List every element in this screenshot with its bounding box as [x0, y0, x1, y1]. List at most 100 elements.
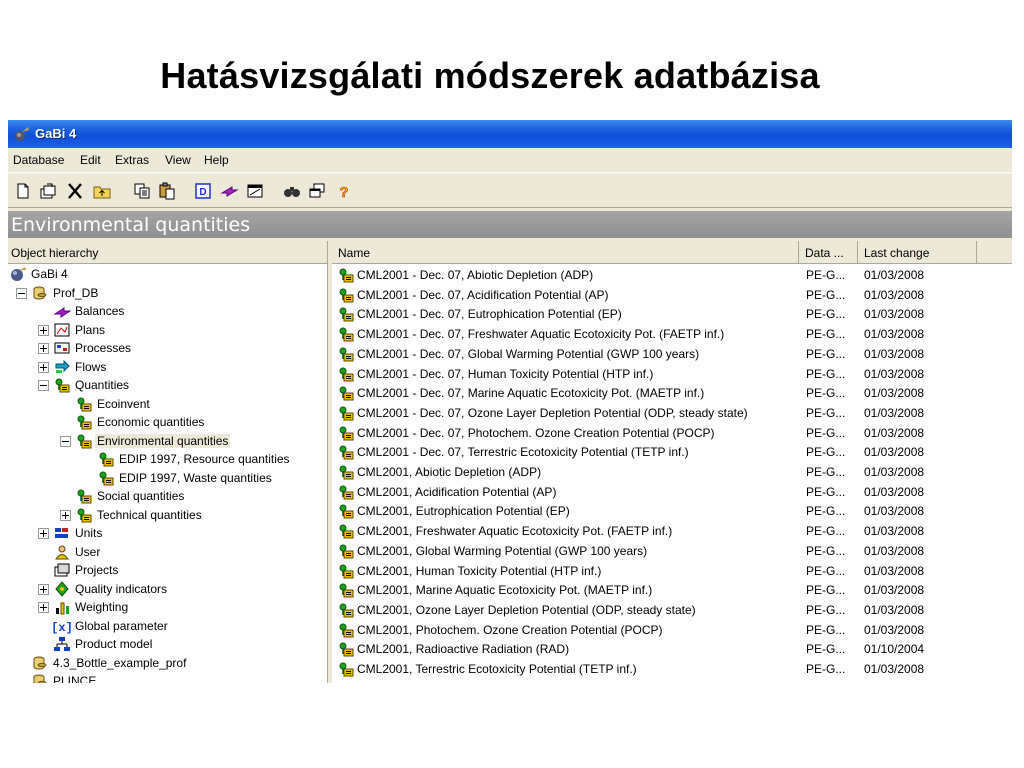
tree-item[interactable]: Environmental quantities	[8, 432, 327, 450]
list-row[interactable]: CML2001, Global Warming Potential (GWP 1…	[332, 541, 1012, 561]
list-row[interactable]: CML2001 - Dec. 07, Ozone Layer Depletion…	[332, 403, 1012, 423]
list-row[interactable]: CML2001 - Dec. 07, Global Warming Potent…	[332, 344, 1012, 364]
column-header-last-change[interactable]: Last change	[858, 241, 977, 263]
row-name: CML2001, Global Warming Potential (GWP 1…	[357, 543, 648, 558]
list-row[interactable]: CML2001, Photochem. Ozone Creation Poten…	[332, 620, 1012, 640]
row-data-source: PE-G...	[806, 622, 846, 637]
menu-edit[interactable]: Edit	[80, 153, 101, 167]
row-name: CML2001 - Dec. 07, Marine Aquatic Ecotox…	[357, 386, 705, 401]
row-last-change: 01/03/2008	[864, 662, 925, 676]
list-row[interactable]: CML2001 - Dec. 07, Marine Aquatic Ecotox…	[332, 383, 1012, 403]
quantity-icon	[337, 326, 354, 342]
tree-item[interactable]: EDIP 1997, Waste quantities	[8, 469, 327, 487]
delete-icon[interactable]	[65, 181, 85, 201]
quantity-icon	[337, 563, 354, 579]
tree-item[interactable]: Units	[8, 524, 327, 542]
list-row[interactable]: CML2001, Acidification Potential (AP) PE-…	[332, 482, 1012, 502]
quantity-icon	[75, 396, 93, 412]
paste-icon[interactable]	[157, 181, 177, 201]
gabi-window: GaBi 4 Database Edit Extras View Help D …	[8, 120, 1012, 683]
collapse-icon[interactable]	[38, 380, 49, 391]
tree-item[interactable]: Balances	[8, 302, 327, 320]
quantity-icon	[337, 661, 354, 677]
copy-icon[interactable]	[132, 181, 152, 201]
database-icon[interactable]: D	[193, 181, 213, 201]
collapse-icon[interactable]	[16, 287, 27, 299]
list-row[interactable]: CML2001, Freshwater Aquatic Ecotoxicity …	[332, 521, 1012, 541]
tree-item[interactable]: GaBi 4	[8, 265, 327, 283]
tree-item[interactable]: Prof_DB	[8, 284, 327, 302]
cascade-icon[interactable]	[307, 181, 327, 201]
tree-item[interactable]: Processes	[8, 339, 327, 357]
row-name: CML2001, Eutrophication Potential (EP)	[357, 504, 570, 519]
tree-item[interactable]: Quality indicators	[8, 580, 327, 598]
tree-header[interactable]: Object hierarchy	[8, 241, 327, 264]
tree-item[interactable]: [x] Global parameter	[8, 617, 327, 635]
expand-icon[interactable]	[38, 324, 49, 336]
expand-icon[interactable]	[38, 528, 49, 539]
list-row[interactable]: CML2001 - Dec. 07, Acidification Potenti…	[332, 285, 1012, 305]
tree-item[interactable]: Product model	[8, 635, 327, 653]
list-row[interactable]: CML2001, Terrestric Ecotoxicity Potentia…	[332, 659, 1012, 679]
globe-icon	[9, 266, 27, 282]
list-row[interactable]: CML2001 - Dec. 07, Abiotic Depletion (AD…	[332, 265, 1012, 285]
tree-item[interactable]: Ecoinvent	[8, 395, 327, 413]
expand-icon[interactable]	[60, 509, 71, 521]
list-row[interactable]: CML2001, Radioactive Radiation (RAD) PE-G…	[332, 639, 1012, 659]
tree-item[interactable]: Technical quantities	[8, 506, 327, 524]
menu-view[interactable]: View	[165, 153, 191, 167]
menu-extras[interactable]: Extras	[115, 153, 149, 167]
find-icon[interactable]	[282, 181, 302, 201]
model-icon	[53, 636, 71, 652]
title-bar[interactable]: GaBi 4	[8, 120, 1012, 148]
open-icon[interactable]	[38, 181, 58, 201]
column-header-data[interactable]: Data ...	[799, 241, 858, 263]
quantity-icon	[75, 507, 93, 523]
list-row[interactable]: CML2001, Eutrophication Potential (EP) PE…	[332, 501, 1012, 521]
row-last-change: 01/03/2008	[864, 287, 925, 302]
row-name: CML2001 - Dec. 07, Abiotic Depletion (AD…	[357, 268, 594, 282]
column-header-name[interactable]: Name	[332, 241, 799, 263]
window-icon[interactable]	[245, 181, 265, 201]
expand-icon[interactable]	[38, 602, 49, 613]
column-header-last-change-label: Last change	[864, 246, 930, 260]
new-icon[interactable]	[13, 181, 33, 201]
help-icon[interactable]: ?	[334, 181, 354, 202]
list-row[interactable]: CML2001, Human Toxicity Potential (HTP i…	[332, 561, 1012, 581]
tree-item[interactable]: PLINCE	[8, 672, 327, 683]
tree-item[interactable]: Social quantities	[8, 487, 327, 505]
plan-icon	[53, 322, 71, 338]
menu-database[interactable]: Database	[13, 153, 64, 167]
tree-item-label: EDIP 1997, Resource quantities	[119, 452, 290, 466]
section-header-label: Environmental quantities	[11, 214, 251, 236]
list-row[interactable]: CML2001 - Dec. 07, Terrestric Ecotoxicit…	[332, 442, 1012, 462]
list-row[interactable]: CML2001 - Dec. 07, Eutrophication Potent…	[332, 304, 1012, 324]
collapse-icon[interactable]	[60, 435, 71, 447]
list-row[interactable]: CML2001 - Dec. 07, Photochem. Ozone Crea…	[332, 423, 1012, 443]
tree-item[interactable]: User	[8, 543, 327, 561]
tree-item[interactable]: Plans	[8, 321, 327, 339]
tree-item[interactable]: Weighting	[8, 598, 327, 616]
expand-icon[interactable]	[38, 343, 49, 354]
menu-help[interactable]: Help	[204, 153, 229, 167]
quantity-icon	[337, 622, 354, 638]
list-row[interactable]: CML2001, Abiotic Depletion (ADP) PE-G... 0…	[332, 462, 1012, 482]
tree-item-label: EDIP 1997, Waste quantities	[119, 470, 272, 485]
tree-item-label: Quality indicators	[75, 581, 168, 596]
tree-item[interactable]: Projects	[8, 561, 327, 579]
expand-icon[interactable]	[38, 583, 49, 595]
folder-up-icon[interactable]	[92, 181, 112, 201]
list-row[interactable]: CML2001, Marine Aquatic Ecotoxicity Pot.…	[332, 580, 1012, 600]
tree-item[interactable]: 4.3_Bottle_example_prof	[8, 654, 327, 672]
tree-item[interactable]: EDIP 1997, Resource quantities	[8, 450, 327, 468]
tree-item[interactable]: Flows	[8, 358, 327, 376]
tree-item[interactable]: Quantities	[8, 376, 327, 394]
transfer-icon[interactable]	[219, 181, 239, 201]
tree-item-label: Social quantities	[97, 489, 185, 503]
list-row[interactable]: CML2001 - Dec. 07, Freshwater Aquatic Ec…	[332, 324, 1012, 344]
expand-icon[interactable]	[38, 361, 49, 373]
list-row[interactable]: CML2001 - Dec. 07, Human Toxicity Potent…	[332, 364, 1012, 384]
row-data-source: PE-G...	[806, 602, 846, 617]
list-row[interactable]: CML2001, Ozone Layer Depletion Potential…	[332, 600, 1012, 620]
tree-item[interactable]: Economic quantities	[8, 413, 327, 431]
